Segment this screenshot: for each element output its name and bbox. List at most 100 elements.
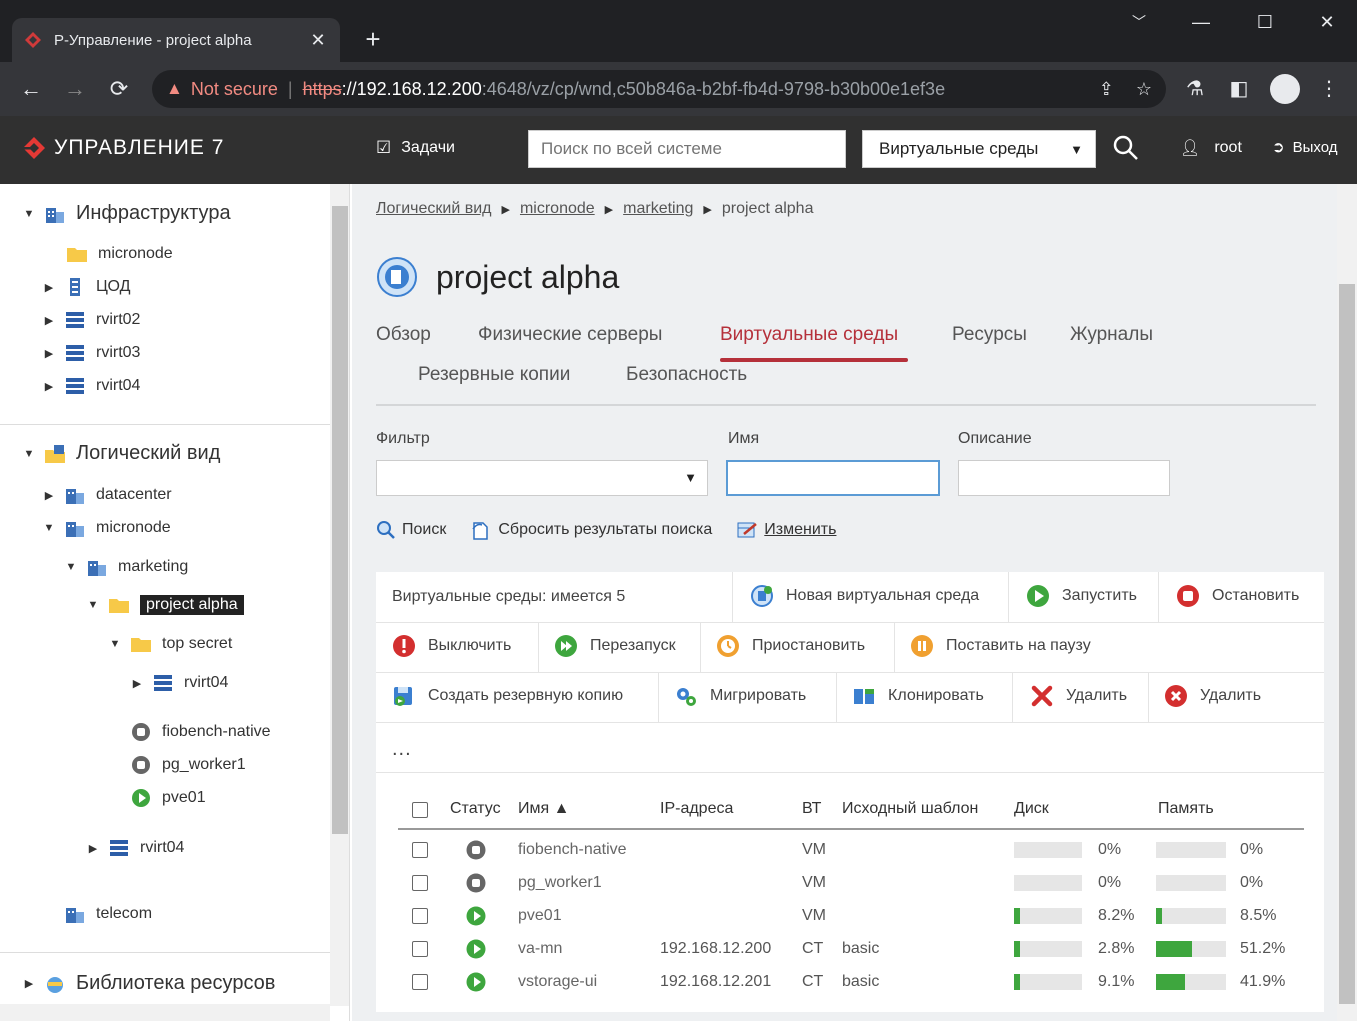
tree-item-datacenter[interactable]: ▶ datacenter bbox=[42, 485, 172, 505]
user-menu[interactable]: 👤︎ root bbox=[1180, 138, 1242, 158]
tree-item-tsod[interactable]: ▶ ЦОД bbox=[42, 277, 130, 297]
expand-icon[interactable]: ▶ bbox=[86, 842, 100, 855]
share-icon[interactable]: ⇪ bbox=[1099, 79, 1114, 100]
breadcrumb-link[interactable]: micronode bbox=[520, 200, 595, 218]
maximize-icon[interactable]: ☐ bbox=[1250, 12, 1280, 33]
sidebar-scrollbar[interactable] bbox=[330, 184, 349, 1006]
row-name-link[interactable]: vstorage-ui bbox=[518, 973, 597, 991]
sidebar-horizontal-scrollbar[interactable] bbox=[0, 1004, 330, 1021]
migrate-button[interactable]: Мигрировать bbox=[674, 684, 806, 708]
app-logo[interactable]: УПРАВЛЕНИЕ 7 bbox=[22, 136, 224, 160]
column-ip[interactable]: IP-адреса bbox=[660, 800, 733, 818]
column-template[interactable]: Исходный шаблон bbox=[842, 800, 978, 818]
tab-backups[interactable]: Резервные копии bbox=[418, 364, 570, 386]
search-button[interactable]: Поиск bbox=[376, 520, 446, 540]
tree-item-telecom[interactable]: telecom bbox=[64, 904, 152, 924]
tasks-link[interactable]: ☑ Задачи bbox=[376, 138, 455, 158]
reload-icon[interactable]: ⟳ bbox=[104, 74, 134, 104]
suspend-button[interactable]: Приостановить bbox=[716, 634, 865, 658]
tree-item-rvirt04-top-secret[interactable]: ▶ rvirt04 bbox=[130, 673, 228, 693]
collapse-icon[interactable]: ▼ bbox=[22, 208, 36, 220]
tree-resource-library[interactable]: ▶ Библиотека ресурсов bbox=[22, 972, 276, 995]
tab-resources[interactable]: Ресурсы bbox=[952, 324, 1027, 346]
row-name-link[interactable]: pg_worker1 bbox=[518, 874, 602, 892]
expand-icon[interactable]: ▶ bbox=[42, 314, 56, 327]
tree-item-pve01[interactable]: pve01 bbox=[130, 788, 206, 808]
tree-item-micronode-logical[interactable]: ▼ micronode bbox=[42, 518, 171, 538]
tab-physical-servers[interactable]: Физические серверы bbox=[478, 324, 662, 346]
delete-button[interactable]: Удалить bbox=[1030, 684, 1127, 708]
tree-logical-view[interactable]: ▼ Логический вид bbox=[22, 442, 221, 465]
new-ve-button[interactable]: Новая виртуальная среда bbox=[750, 584, 979, 608]
delete-permanent-button[interactable]: Удалить bbox=[1164, 684, 1261, 708]
stop-button[interactable]: Остановить bbox=[1176, 584, 1299, 608]
tab-virtual-environments[interactable]: Виртуальные среды bbox=[720, 324, 898, 346]
breadcrumb-link[interactable]: Логический вид bbox=[376, 200, 492, 218]
restart-button[interactable]: Перезапуск bbox=[554, 634, 676, 658]
reset-search-button[interactable]: Сбросить результаты поиска bbox=[470, 520, 712, 540]
side-panel-icon[interactable]: ◧ bbox=[1226, 76, 1252, 102]
global-search-input[interactable] bbox=[528, 130, 846, 168]
row-name-link[interactable]: pve01 bbox=[518, 907, 562, 925]
back-icon[interactable]: ← bbox=[16, 74, 46, 104]
column-memory[interactable]: Память bbox=[1158, 800, 1214, 818]
new-tab-button[interactable]: + bbox=[358, 24, 388, 54]
row-name-link[interactable]: fiobench-native bbox=[518, 841, 627, 859]
column-name[interactable]: Имя ▲ bbox=[518, 800, 569, 818]
tree-item-rvirt04-logical[interactable]: ▶ rvirt04 bbox=[86, 838, 184, 858]
row-checkbox[interactable] bbox=[412, 908, 428, 924]
row-checkbox[interactable] bbox=[412, 974, 428, 990]
tree-item-rvirt04[interactable]: ▶ rvirt04 bbox=[42, 376, 140, 396]
profile-avatar-icon[interactable] bbox=[1270, 74, 1300, 104]
expand-icon[interactable]: ▶ bbox=[42, 380, 56, 393]
tab-close-icon[interactable]: ✕ bbox=[308, 30, 328, 51]
tree-item-top-secret[interactable]: ▼ top secret bbox=[108, 634, 232, 654]
tree-item-marketing[interactable]: ▼ marketing bbox=[64, 557, 188, 577]
expand-icon[interactable]: ▶ bbox=[22, 977, 36, 990]
breadcrumb-link[interactable]: marketing bbox=[623, 200, 693, 218]
search-scope-select[interactable]: Виртуальные среды ▼ bbox=[862, 130, 1096, 168]
start-button[interactable]: Запустить bbox=[1026, 584, 1137, 608]
description-filter-input[interactable] bbox=[958, 460, 1170, 496]
select-all-checkbox[interactable] bbox=[412, 802, 428, 818]
poweroff-button[interactable]: Выключить bbox=[392, 634, 511, 658]
labs-flask-icon[interactable]: ⚗ bbox=[1182, 76, 1208, 102]
collapse-icon[interactable]: ▼ bbox=[108, 638, 122, 650]
browser-tab[interactable]: Р-Управление - project alpha ✕ bbox=[12, 18, 340, 62]
row-name-link[interactable]: va-mn bbox=[518, 940, 562, 958]
logout-button[interactable]: ➲ Выход bbox=[1272, 138, 1337, 157]
column-vt[interactable]: ВТ bbox=[802, 800, 821, 818]
clone-button[interactable]: Клонировать bbox=[852, 684, 984, 708]
column-disk[interactable]: Диск bbox=[1014, 800, 1049, 818]
pause-button[interactable]: Поставить на паузу bbox=[910, 634, 1091, 658]
forward-icon[interactable]: → bbox=[60, 74, 90, 104]
tree-infrastructure[interactable]: ▼ Инфраструктура bbox=[22, 202, 231, 225]
tab-overview[interactable]: Обзор bbox=[376, 324, 431, 346]
tree-item-pg-worker1[interactable]: pg_worker1 bbox=[130, 755, 246, 775]
tab-security[interactable]: Безопасность bbox=[626, 364, 747, 386]
tree-item-project-alpha[interactable]: ▼ project alpha bbox=[86, 595, 244, 615]
content-scroll-thumb[interactable] bbox=[1339, 284, 1355, 1004]
row-checkbox[interactable] bbox=[412, 842, 428, 858]
backup-button[interactable]: Создать резервную копию bbox=[392, 684, 623, 708]
collapse-icon[interactable]: ▼ bbox=[64, 561, 78, 573]
tree-item-rvirt03[interactable]: ▶ rvirt03 bbox=[42, 343, 140, 363]
filter-select[interactable]: ▼ bbox=[376, 460, 708, 496]
sidebar-scroll-thumb[interactable] bbox=[332, 206, 348, 834]
expand-icon[interactable]: ▶ bbox=[42, 281, 56, 294]
tree-item-rvirt02[interactable]: ▶ rvirt02 bbox=[42, 310, 140, 330]
tab-logs[interactable]: Журналы bbox=[1070, 324, 1153, 346]
bookmark-star-icon[interactable]: ☆ bbox=[1136, 79, 1152, 100]
url-omnibox[interactable]: ▲ Not secure | https ://192.168.12.200 :… bbox=[152, 70, 1166, 108]
collapse-icon[interactable]: ▼ bbox=[42, 522, 56, 534]
collapse-icon[interactable]: ▼ bbox=[22, 448, 36, 460]
row-checkbox[interactable] bbox=[412, 875, 428, 891]
content-scrollbar[interactable] bbox=[1337, 184, 1357, 1021]
browser-menu-icon[interactable]: ⋮ bbox=[1316, 76, 1342, 102]
tree-item-micronode[interactable]: micronode bbox=[66, 244, 173, 264]
expand-icon[interactable]: ▶ bbox=[42, 347, 56, 360]
name-filter-input[interactable] bbox=[726, 460, 940, 496]
collapse-icon[interactable]: ▼ bbox=[86, 599, 100, 611]
close-window-icon[interactable]: ✕ bbox=[1312, 12, 1342, 33]
edit-filter-button[interactable]: Изменить bbox=[736, 520, 836, 540]
